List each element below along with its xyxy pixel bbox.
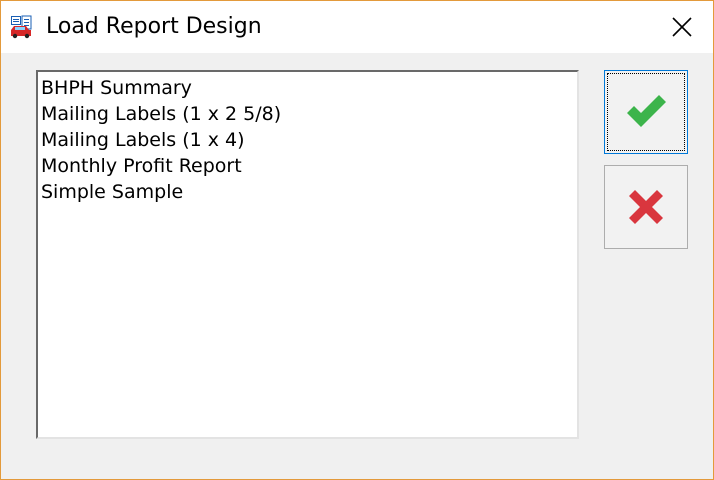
list-item[interactable]: BHPH Summary [41,75,577,101]
list-item[interactable]: Mailing Labels (1 x 4) [41,127,577,153]
load-report-design-dialog: Load Report Design BHPH Summary Mailing … [0,0,714,480]
window-title: Load Report Design [46,14,262,39]
report-design-listbox[interactable]: BHPH Summary Mailing Labels (1 x 2 5/8) … [36,70,579,439]
x-mark-icon [629,190,663,224]
cancel-button[interactable] [604,165,688,249]
checkmark-icon [627,95,666,127]
close-button[interactable] [651,1,713,53]
ok-button[interactable] [604,70,688,154]
list-item[interactable]: Mailing Labels (1 x 2 5/8) [41,101,577,127]
report-app-icon [9,15,33,39]
list-item[interactable]: Monthly Profit Report [41,153,577,179]
report-list: BHPH Summary Mailing Labels (1 x 2 5/8) … [38,72,577,205]
close-icon [672,17,692,37]
list-item[interactable]: Simple Sample [41,179,577,205]
title-bar: Load Report Design [1,1,713,53]
